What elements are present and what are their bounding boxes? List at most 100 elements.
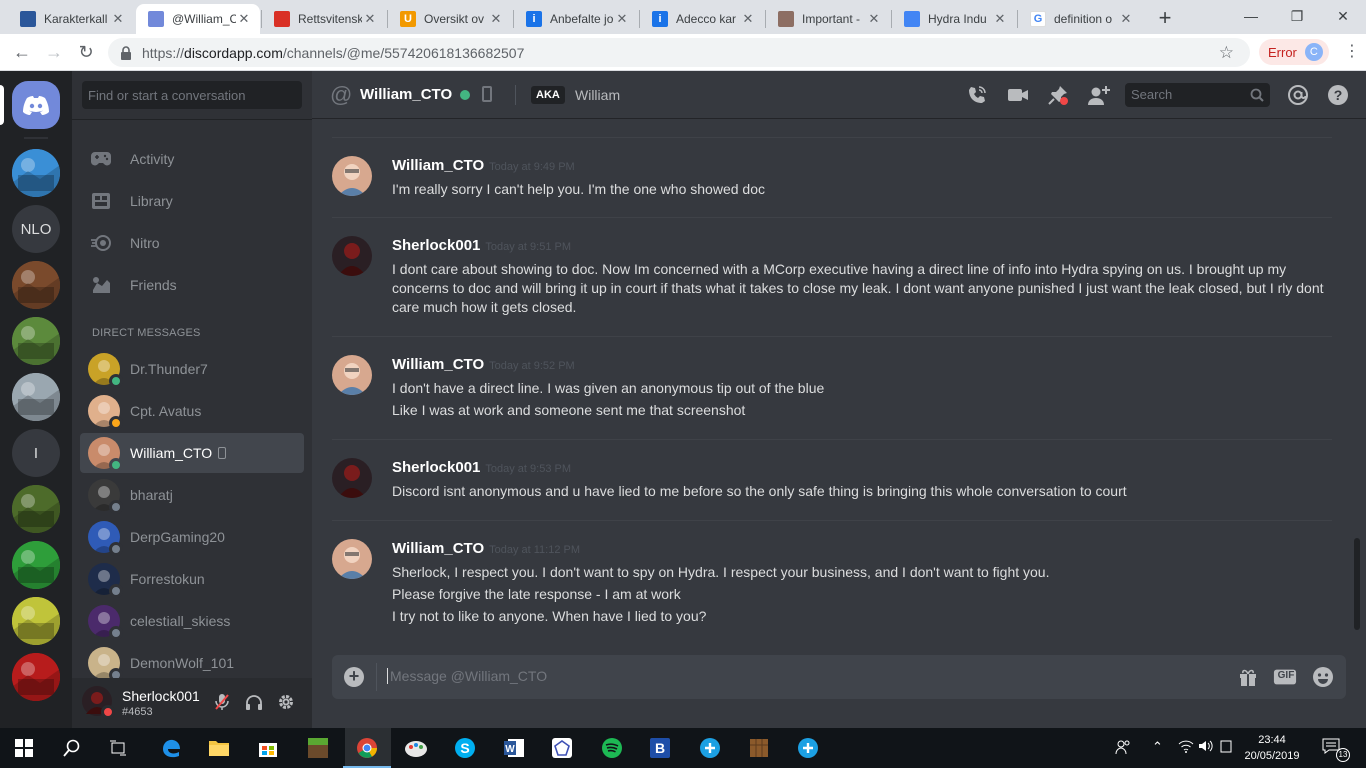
tab-close-icon[interactable]: ✕ [740,11,756,27]
store-icon[interactable] [254,734,282,762]
gift-icon[interactable] [1236,665,1260,689]
server-icon[interactable] [12,373,60,421]
tab-close-icon[interactable]: ✕ [866,11,882,27]
nav-activity[interactable]: Activity [80,139,304,179]
server-icon[interactable] [12,317,60,365]
pin-icon[interactable] [1046,83,1070,107]
server-icon[interactable]: NLO [12,205,60,253]
browser-tab[interactable]: Karakterkall ✕ [8,4,134,34]
dm-item[interactable]: bharatj [80,475,304,515]
tab-close-icon[interactable]: ✕ [1118,11,1134,27]
address-bar[interactable]: https://discordapp.com/channels/@me/5574… [108,38,1250,67]
dm-item[interactable]: Cpt. Avatus [80,391,304,431]
avatar[interactable] [82,686,115,719]
tab-close-icon[interactable]: ✕ [992,11,1008,27]
volume-icon[interactable] [1198,739,1214,753]
plus-app-icon-2[interactable] [794,734,822,762]
mute-microphone-icon[interactable] [212,692,232,712]
avatar[interactable] [332,355,372,395]
minimize-icon[interactable]: — [1241,6,1261,26]
wifi-icon[interactable] [1178,739,1194,753]
browser-tab[interactable]: i Adecco kar ✕ [640,4,764,34]
browser-tab[interactable]: Important - ✕ [766,4,890,34]
paint-icon[interactable] [402,734,430,762]
message-composer[interactable]: + Message @William_CTO GIF [332,655,1346,699]
dm-item[interactable]: William_CTO [80,433,304,473]
find-conversation-input[interactable]: Find or start a conversation [82,81,302,109]
avatar[interactable] [332,156,372,196]
tab-close-icon[interactable]: ✕ [488,11,504,27]
message-author[interactable]: Sherlock001 [392,459,480,476]
nav-nitro[interactable]: Nitro [80,223,304,263]
maximize-icon[interactable]: ❐ [1287,6,1307,26]
profile-error-button[interactable]: Error C [1259,39,1329,65]
gear-icon[interactable] [276,692,296,712]
help-icon[interactable]: ? [1326,83,1350,107]
avatar[interactable] [332,539,372,579]
spotify-icon[interactable] [598,734,626,762]
avatar[interactable] [332,236,372,276]
avatar[interactable] [332,458,372,498]
scrollbar[interactable] [1354,538,1360,630]
search-icon[interactable] [58,734,86,762]
discord-home-button[interactable] [12,81,60,129]
server-icon[interactable] [12,485,60,533]
people-icon[interactable] [1115,739,1131,755]
skype-icon[interactable]: S [451,734,479,762]
tab-close-icon[interactable]: ✕ [236,11,252,27]
upload-button[interactable]: + [344,667,364,687]
video-call-icon[interactable] [1006,83,1030,107]
gif-button[interactable]: GIF [1273,665,1297,689]
minecraft-icon[interactable] [304,734,332,762]
forward-icon[interactable]: → [42,41,66,65]
chrome-menu-icon[interactable]: ⋮ [1344,43,1360,61]
bookmark-star-icon[interactable]: ☆ [1219,43,1234,63]
browser-tab[interactable]: U Oversikt ov ✕ [388,4,512,34]
server-icon[interactable]: I [12,429,60,477]
tab-close-icon[interactable]: ✕ [614,11,630,27]
tab-close-icon[interactable]: ✕ [362,11,378,27]
nav-library[interactable]: Library [80,181,304,221]
file-explorer-icon[interactable] [205,734,233,762]
plus-app-icon[interactable] [696,734,724,762]
browser-tab[interactable]: Gdefinition o ✕ [1018,4,1142,34]
edge-icon[interactable] [157,734,185,762]
chrome-icon[interactable] [343,734,391,768]
headphones-icon[interactable] [244,692,264,712]
dm-item[interactable]: Dr.Thunder7 [80,349,304,389]
tab-close-icon[interactable]: ✕ [110,11,126,27]
message-author[interactable]: William_CTO [392,356,484,373]
dm-item[interactable]: Forrestokun [80,559,304,599]
server-icon[interactable] [12,541,60,589]
mentions-icon[interactable] [1286,83,1310,107]
server-icon[interactable] [12,261,60,309]
browser-tab[interactable]: i Anbefalte jo ✕ [514,4,638,34]
new-tab-button[interactable]: + [1154,7,1176,30]
task-view-icon[interactable] [104,734,132,762]
message-author[interactable]: Sherlock001 [392,237,480,254]
dm-item[interactable]: DerpGaming20 [80,517,304,557]
message-input[interactable]: Message @William_CTO [387,668,547,684]
message-author[interactable]: William_CTO [392,157,484,174]
nav-friends[interactable]: Friends [80,265,304,305]
back-icon[interactable]: ← [10,41,34,65]
browser-tab[interactable]: Rettsvitensk ✕ [262,4,386,34]
minecraft-launcher-icon[interactable] [745,734,773,762]
start-icon[interactable] [10,734,38,762]
message-author[interactable]: William_CTO [392,540,484,557]
voice-call-icon[interactable] [965,83,989,107]
b-app-icon[interactable]: B [646,734,674,762]
browser-tab[interactable]: @William_C ✕ [136,4,260,34]
close-window-icon[interactable]: ✕ [1333,6,1353,26]
word-icon[interactable]: W [500,734,528,762]
reload-icon[interactable]: ↻ [74,41,98,65]
emoji-icon[interactable] [1311,665,1335,689]
server-icon[interactable] [12,653,60,701]
server-icon[interactable] [12,597,60,645]
search-input[interactable]: Search [1125,83,1270,107]
system-clock[interactable]: 23:44 20/05/2019 [1244,732,1300,764]
chevron-up-icon[interactable]: ⌃ [1152,739,1163,755]
add-friend-icon[interactable] [1087,83,1111,107]
dm-item[interactable]: celestiall_skiess [80,601,304,641]
browser-tab[interactable]: Hydra Indu ✕ [892,4,1016,34]
